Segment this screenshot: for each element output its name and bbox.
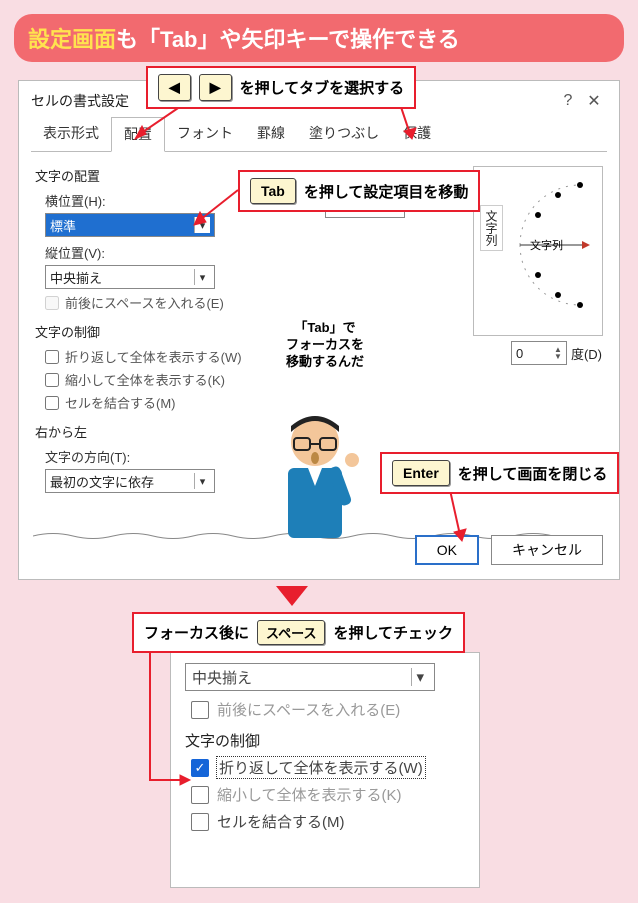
banner-accent: 設定画面 <box>28 27 116 52</box>
vertical-combo-zoom[interactable]: 中央揃え ▾ <box>185 663 435 691</box>
horizontal-value: 標準 <box>50 216 76 235</box>
orientation-dial[interactable]: 文字列 <box>508 175 594 315</box>
vertical-combo[interactable]: 中央揃え ▾ <box>45 265 215 289</box>
callout-arrowkeys: ◀ ▶ を押してタブを選択する <box>146 66 416 109</box>
spinner-icon: ▲▼ <box>554 346 562 360</box>
help-button[interactable]: ? <box>555 92 581 110</box>
checkbox-checked-icon: ✓ <box>191 759 209 777</box>
tab-font[interactable]: フォント <box>165 117 245 151</box>
tab-alignment[interactable]: 配置 <box>111 117 165 152</box>
text-direction-value: 最初の文字に依存 <box>50 472 154 491</box>
character-illustration <box>260 408 370 548</box>
right-arrow-key-icon: ▶ <box>199 74 232 101</box>
checkbox-icon <box>191 786 209 804</box>
callout-enterkey: Enter を押して画面を閉じる <box>380 452 619 494</box>
vertical-label: 縦位置(V): <box>45 243 315 262</box>
degrees-label: 度(D) <box>571 344 602 363</box>
checkbox-icon <box>191 701 209 719</box>
vertical-value: 中央揃え <box>50 268 102 287</box>
merge-cells-checkbox-zoom[interactable]: セルを結合する(M) <box>191 811 465 832</box>
callout-tabkey: Tab を押して設定項目を移動 <box>238 170 480 212</box>
horizontal-combo[interactable]: 標準 ▾ <box>45 213 215 237</box>
text-control-group-zoom: 文字の制御 <box>185 730 465 751</box>
degrees-row: 0 ▲▼ 度(D) <box>511 341 602 365</box>
tab-key-icon: Tab <box>250 178 296 204</box>
chevron-down-icon: ▾ <box>411 668 428 686</box>
space-key-icon: スペース <box>257 620 325 645</box>
text-direction-combo[interactable]: 最初の文字に依存 ▾ <box>45 469 215 493</box>
zoom-panel: 中央揃え ▾ 前後にスペースを入れる(E) 文字の制御 ✓ 折り返して全体を表示… <box>170 652 480 888</box>
headline-banner: 設定画面も「Tab」や矢印キーで操作できる <box>14 14 624 62</box>
callout-spacekey: フォーカス後に スペース を押してチェック <box>132 612 465 653</box>
wrap-text-checkbox-zoom[interactable]: ✓ 折り返して全体を表示する(W) <box>191 757 465 778</box>
left-arrow-key-icon: ◀ <box>158 74 191 101</box>
degrees-value: 0 <box>516 346 523 361</box>
tab-protection[interactable]: 保護 <box>391 117 443 151</box>
tab-number-format[interactable]: 表示形式 <box>31 117 111 151</box>
svg-text:文字列: 文字列 <box>530 238 563 252</box>
close-button[interactable]: ✕ <box>581 91 607 111</box>
callout-space-post: を押してチェック <box>333 622 453 643</box>
tab-strip: 表示形式 配置 フォント 罫線 塗りつぶし 保護 <box>19 117 619 151</box>
tab-border[interactable]: 罫線 <box>245 117 297 151</box>
vertical-text-button[interactable]: 文字列 <box>480 205 503 251</box>
cancel-button[interactable]: キャンセル <box>491 535 603 565</box>
callout-enterkey-text: を押して画面を閉じる <box>458 463 608 484</box>
banner-rest: も「Tab」や矢印キーで操作できる <box>116 27 460 52</box>
justify-distributed-checkbox-zoom[interactable]: 前後にスペースを入れる(E) <box>191 699 465 720</box>
enter-key-icon: Enter <box>392 460 450 486</box>
flow-arrow-down-icon <box>276 586 308 606</box>
shrink-to-fit-checkbox-zoom[interactable]: 縮小して全体を表示する(K) <box>191 784 465 805</box>
dialog-title: セルの書式設定 <box>31 91 129 111</box>
callout-arrowkeys-text: を押してタブを選択する <box>240 77 405 98</box>
checkbox-icon <box>191 813 209 831</box>
orientation-box[interactable]: 文字列 文字列 0 ▲▼ 度(D) <box>473 166 603 336</box>
speech-bubble: 「Tab」で フォーカスを 移動するんだ <box>265 310 385 381</box>
chevron-down-icon: ▾ <box>194 217 210 233</box>
callout-space-pre: フォーカス後に <box>144 622 249 643</box>
degrees-spinner[interactable]: 0 ▲▼ <box>511 341 567 365</box>
ok-button[interactable]: OK <box>415 535 479 565</box>
chevron-down-icon: ▾ <box>194 269 210 285</box>
callout-tabkey-text: を押して設定項目を移動 <box>304 181 469 202</box>
tab-fill[interactable]: 塗りつぶし <box>297 117 391 151</box>
chevron-down-icon: ▾ <box>194 473 210 489</box>
